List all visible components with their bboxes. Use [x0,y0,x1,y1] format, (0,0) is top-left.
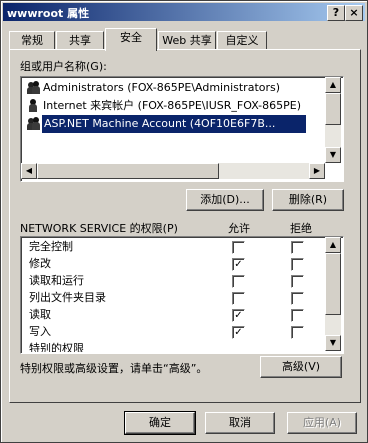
scroll-up-icon[interactable]: ▲ [325,77,341,93]
list-item-selected[interactable]: ASP.NET Machine Account (4OF10E6F7B... [23,115,325,133]
apply-button[interactable]: 应用(A) [287,412,357,434]
remove-user-button[interactable]: 删除(R) [272,189,344,211]
scroll-thumb[interactable] [325,93,341,125]
add-user-button[interactable]: 添加(D)... [186,189,264,211]
tab-sharing[interactable]: 共享 [56,31,104,50]
user-group-icon [27,81,41,95]
permissions-vertical-scrollbar[interactable]: ▲ ▼ [325,237,341,351]
scroll-down-icon[interactable]: ▼ [325,147,341,163]
cancel-button[interactable]: 取消 [205,412,275,434]
title-bar[interactable]: wwwroot 属性 ? × [3,3,365,21]
deny-checkbox[interactable] [291,309,304,322]
scroll-thumb[interactable] [325,253,341,315]
users-vertical-scrollbar[interactable]: ▲ ▼ [325,77,341,163]
permission-row: 特别的权限 [29,342,84,352]
allow-checkbox[interactable] [232,241,245,254]
properties-window: wwwroot 属性 ? × 常规 共享 安全 Web 共享 自定义 组或用户名… [0,0,368,443]
permissions-label: NETWORK SERVICE 的权限(P) [20,222,178,235]
allow-header: 允许 [228,222,250,235]
user-icon [27,99,41,113]
close-button[interactable]: × [345,5,363,21]
permission-row: 写入 [29,325,51,338]
users-label: 组或用户名称(G): [20,60,107,73]
scroll-down-icon[interactable]: ▼ [325,335,341,351]
allow-checkbox[interactable]: ✓ [232,309,245,322]
allow-checkbox[interactable] [232,292,245,305]
permission-row: 列出文件夹目录 [29,291,106,304]
allow-checkbox[interactable] [232,275,245,288]
permissions-list[interactable]: 完全控制 修改 读取和运行 列出文件夹目录 读取 写入 特别的权限 ✓ ✓ ✓ … [20,236,344,354]
deny-checkbox[interactable] [291,292,304,305]
deny-header: 拒绝 [290,222,312,235]
deny-checkbox[interactable] [291,241,304,254]
security-panel: 组或用户名称(G): Administrators (FOX-865PE\Adm… [9,49,361,403]
permission-row: 修改 [29,257,51,270]
permission-row: 读取和运行 [29,274,84,287]
help-button[interactable]: ? [327,5,345,21]
list-item[interactable]: Internet 来宾帐户 (FOX-865PE\IUSR_FOX-865PE) [23,97,323,115]
user-name: Internet 来宾帐户 (FOX-865PE\IUSR_FOX-865PE) [43,99,302,112]
users-listbox[interactable]: Administrators (FOX-865PE\Administrators… [20,76,344,182]
user-name: ASP.NET Machine Account (4OF10E6F7B... [42,115,306,133]
scroll-up-icon[interactable]: ▲ [325,237,341,253]
tab-custom[interactable]: 自定义 [217,31,267,50]
tab-security[interactable]: 安全 [105,28,157,51]
list-item[interactable]: Administrators (FOX-865PE\Administrators… [23,79,323,97]
tab-web-sharing[interactable]: Web 共享 [158,31,216,50]
user-group-icon [27,117,41,131]
advanced-hint: 特别权限或高级设置，请单击“高级”。 [20,362,208,375]
scroll-thumb[interactable] [37,163,219,179]
scroll-left-icon[interactable]: ◀ [21,163,37,179]
scroll-right-icon[interactable]: ▶ [309,163,325,179]
user-name: Administrators (FOX-865PE\Administrators… [43,81,281,94]
allow-checkbox[interactable]: ✓ [232,258,245,271]
deny-checkbox[interactable] [291,275,304,288]
deny-checkbox[interactable] [291,258,304,271]
permission-row: 完全控制 [29,240,73,253]
ok-button[interactable]: 确定 [124,411,196,435]
advanced-button[interactable]: 高级(V) [260,356,342,378]
allow-checkbox[interactable]: ✓ [232,326,245,339]
permission-row: 读取 [29,308,51,321]
tab-general[interactable]: 常规 [9,31,55,50]
users-horizontal-scrollbar[interactable]: ◀ ▶ [21,163,325,179]
window-title: wwwroot 属性 [7,7,90,20]
deny-checkbox[interactable] [291,326,304,339]
